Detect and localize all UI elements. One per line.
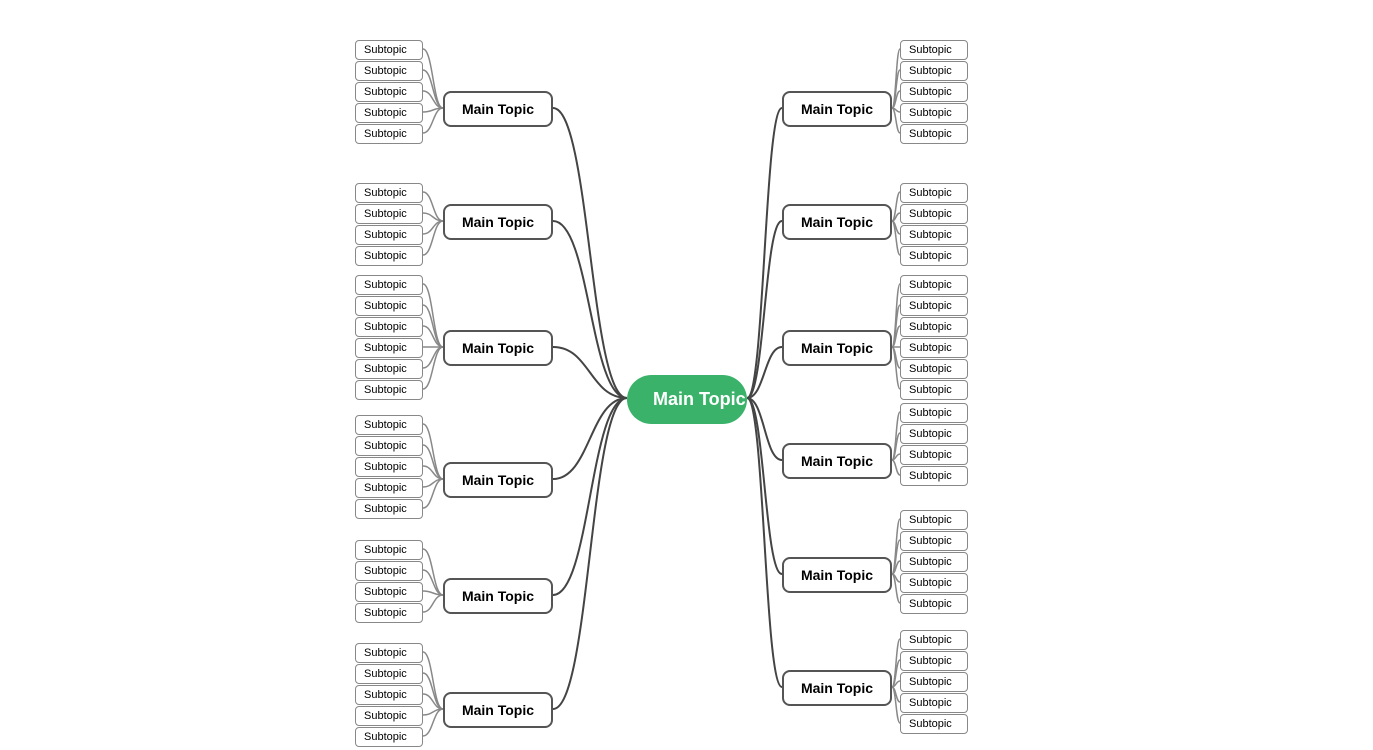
mindmap-container: Main TopicMain TopicSubtopicSubtopicSubt… [0, 0, 1373, 750]
subtopic-right-0-2[interactable]: Subtopic [900, 82, 968, 102]
subtopic-left-0-4[interactable]: Subtopic [355, 124, 423, 144]
subtopic-right-3-2[interactable]: Subtopic [900, 445, 968, 465]
subtopic-right-2-1[interactable]: Subtopic [900, 296, 968, 316]
subtopic-right-4-0[interactable]: Subtopic [900, 510, 968, 530]
subtopic-right-0-3[interactable]: Subtopic [900, 103, 968, 123]
subtopic-right-1-3[interactable]: Subtopic [900, 246, 968, 266]
main-topic-left-2[interactable]: Main Topic [443, 330, 553, 366]
subtopic-right-5-0[interactable]: Subtopic [900, 630, 968, 650]
subtopic-left-5-0[interactable]: Subtopic [355, 643, 423, 663]
subtopic-left-4-2[interactable]: Subtopic [355, 582, 423, 602]
subtopic-left-2-0[interactable]: Subtopic [355, 275, 423, 295]
subtopic-right-0-0[interactable]: Subtopic [900, 40, 968, 60]
main-topic-left-0[interactable]: Main Topic [443, 91, 553, 127]
subtopic-right-5-3[interactable]: Subtopic [900, 693, 968, 713]
subtopic-right-0-1[interactable]: Subtopic [900, 61, 968, 81]
subtopic-left-4-0[interactable]: Subtopic [355, 540, 423, 560]
subtopic-left-3-1[interactable]: Subtopic [355, 436, 423, 456]
subtopic-left-4-3[interactable]: Subtopic [355, 603, 423, 623]
subtopic-left-5-2[interactable]: Subtopic [355, 685, 423, 705]
subtopic-left-1-1[interactable]: Subtopic [355, 204, 423, 224]
main-topic-left-5[interactable]: Main Topic [443, 692, 553, 728]
subtopic-left-5-3[interactable]: Subtopic [355, 706, 423, 726]
subtopic-left-2-4[interactable]: Subtopic [355, 359, 423, 379]
subtopic-left-0-3[interactable]: Subtopic [355, 103, 423, 123]
subtopic-right-4-2[interactable]: Subtopic [900, 552, 968, 572]
subtopic-right-3-3[interactable]: Subtopic [900, 466, 968, 486]
subtopic-right-2-2[interactable]: Subtopic [900, 317, 968, 337]
subtopic-right-2-0[interactable]: Subtopic [900, 275, 968, 295]
subtopic-left-3-0[interactable]: Subtopic [355, 415, 423, 435]
subtopic-right-2-3[interactable]: Subtopic [900, 338, 968, 358]
subtopic-left-1-0[interactable]: Subtopic [355, 183, 423, 203]
subtopic-left-0-2[interactable]: Subtopic [355, 82, 423, 102]
subtopic-right-1-2[interactable]: Subtopic [900, 225, 968, 245]
subtopic-right-0-4[interactable]: Subtopic [900, 124, 968, 144]
main-topic-left-1[interactable]: Main Topic [443, 204, 553, 240]
main-topic-left-4[interactable]: Main Topic [443, 578, 553, 614]
subtopic-right-2-4[interactable]: Subtopic [900, 359, 968, 379]
subtopic-left-5-4[interactable]: Subtopic [355, 727, 423, 747]
subtopic-left-2-5[interactable]: Subtopic [355, 380, 423, 400]
center-node[interactable]: Main Topic [627, 375, 747, 424]
main-topic-right-2[interactable]: Main Topic [782, 330, 892, 366]
main-topic-right-1[interactable]: Main Topic [782, 204, 892, 240]
main-topic-right-4[interactable]: Main Topic [782, 557, 892, 593]
subtopic-right-3-1[interactable]: Subtopic [900, 424, 968, 444]
subtopic-left-2-3[interactable]: Subtopic [355, 338, 423, 358]
subtopic-left-3-2[interactable]: Subtopic [355, 457, 423, 477]
subtopic-left-3-4[interactable]: Subtopic [355, 499, 423, 519]
subtopic-left-4-1[interactable]: Subtopic [355, 561, 423, 581]
subtopic-right-1-0[interactable]: Subtopic [900, 183, 968, 203]
main-topic-right-5[interactable]: Main Topic [782, 670, 892, 706]
subtopic-left-0-0[interactable]: Subtopic [355, 40, 423, 60]
subtopic-left-1-2[interactable]: Subtopic [355, 225, 423, 245]
subtopic-right-4-1[interactable]: Subtopic [900, 531, 968, 551]
subtopic-left-5-1[interactable]: Subtopic [355, 664, 423, 684]
subtopic-right-5-1[interactable]: Subtopic [900, 651, 968, 671]
subtopic-left-1-3[interactable]: Subtopic [355, 246, 423, 266]
main-topic-right-0[interactable]: Main Topic [782, 91, 892, 127]
subtopic-right-3-0[interactable]: Subtopic [900, 403, 968, 423]
subtopic-left-3-3[interactable]: Subtopic [355, 478, 423, 498]
subtopic-right-1-1[interactable]: Subtopic [900, 204, 968, 224]
main-topic-right-3[interactable]: Main Topic [782, 443, 892, 479]
subtopic-left-2-2[interactable]: Subtopic [355, 317, 423, 337]
main-topic-left-3[interactable]: Main Topic [443, 462, 553, 498]
subtopic-right-2-5[interactable]: Subtopic [900, 380, 968, 400]
subtopic-right-4-4[interactable]: Subtopic [900, 594, 968, 614]
subtopic-left-0-1[interactable]: Subtopic [355, 61, 423, 81]
subtopic-right-4-3[interactable]: Subtopic [900, 573, 968, 593]
subtopic-left-2-1[interactable]: Subtopic [355, 296, 423, 316]
subtopic-right-5-4[interactable]: Subtopic [900, 714, 968, 734]
subtopic-right-5-2[interactable]: Subtopic [900, 672, 968, 692]
